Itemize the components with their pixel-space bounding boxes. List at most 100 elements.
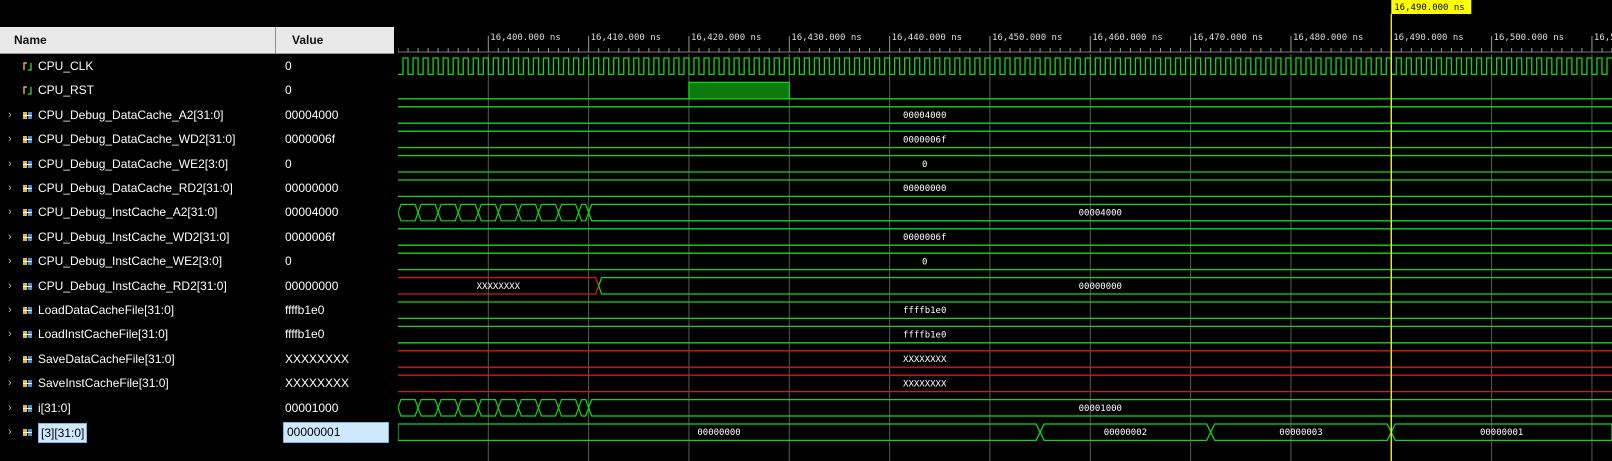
signal-value: 0 (285, 83, 292, 98)
signal-value-row[interactable]: ffffb1e0 (276, 322, 394, 347)
bus-transition (537, 203, 560, 222)
signal-value: 00000000 (285, 181, 339, 195)
bit-signal-icon (23, 62, 32, 71)
expand-chevron-icon[interactable]: › (8, 396, 18, 421)
bus-signal-icon (23, 307, 32, 314)
bus-transition (398, 203, 419, 222)
signal-value-row[interactable]: 0000006f (276, 225, 394, 250)
bus-signal-icon (23, 380, 32, 388)
signal-row[interactable]: › CPU_Debug_InstCache_RD2[31:0] (0, 274, 276, 299)
waveform-panel[interactable]: 16,400.000 ns 16,410.000 ns 16,420.000 ns 1… (398, 0, 1612, 461)
bus-segment-label: 00000003 (1279, 428, 1322, 438)
clock-waveform (398, 57, 1612, 76)
signal-value-row[interactable]: 00000000 (276, 274, 394, 299)
signal-value-panel: Value 0 0 00004000 0000006f 0 00000000 0000400… (276, 0, 394, 461)
signal-value-row[interactable]: 0 (276, 54, 394, 79)
expand-chevron-icon[interactable]: › (8, 420, 18, 445)
bus-segment-label: 00000002 (1104, 428, 1147, 438)
signal-name: LoadInstCacheFile[31:0] (38, 327, 169, 342)
signal-row[interactable]: › LoadDataCacheFile[31:0] (0, 298, 276, 323)
name-column-header[interactable]: Name (0, 27, 276, 54)
signal-row[interactable]: CPU_CLK (0, 54, 276, 79)
time-tick-label: 16,410.000 ns (591, 33, 661, 43)
expand-chevron-icon[interactable]: › (8, 347, 18, 372)
signal-row[interactable]: › CPU_Debug_DataCache_RD2[31:0] (0, 176, 276, 201)
bus-value-label: 0000006f (903, 135, 946, 145)
signal-row[interactable]: › [3][31:0] (0, 420, 276, 445)
bus-transition (437, 203, 459, 222)
bus-value-label: 0 (922, 160, 927, 170)
signal-row[interactable]: › CPU_Debug_InstCache_WE2[3:0] (0, 249, 276, 274)
bus-signal-icon (23, 209, 32, 217)
signal-row[interactable]: › CPU_Debug_DataCache_WD2[31:0] (0, 127, 276, 152)
signal-value: 0000006f (285, 132, 336, 147)
waveform-canvas[interactable]: 16,400.000 ns 16,410.000 ns 16,420.000 ns 1… (398, 0, 1612, 461)
signal-row[interactable]: › CPU_Debug_InstCache_A2[31:0] (0, 200, 276, 225)
signal-value: 00004000 (285, 205, 339, 220)
expand-chevron-icon[interactable]: › (8, 127, 18, 152)
signal-value-row[interactable]: 00000000 (276, 176, 394, 201)
expand-chevron-icon[interactable]: › (8, 274, 18, 299)
bus-transition (517, 203, 540, 222)
signal-row[interactable]: › CPU_Debug_DataCache_A2[31:0] (0, 103, 276, 128)
signal-value-row[interactable]: 00000001 (276, 420, 394, 445)
bus-transition (398, 399, 419, 417)
value-column-header[interactable]: Value (276, 27, 394, 54)
bus-value-label: 0 (922, 257, 927, 267)
signal-row[interactable]: CPU_RST (0, 78, 276, 103)
signal-row[interactable]: › LoadInstCacheFile[31:0] (0, 322, 276, 347)
signal-value-row[interactable]: ffffb1e0 (276, 298, 394, 323)
expand-chevron-icon[interactable]: › (8, 322, 18, 347)
expand-chevron-icon[interactable]: › (8, 249, 18, 274)
time-tick-label: 16,400.000 ns (490, 33, 560, 43)
expand-chevron-icon[interactable]: › (8, 225, 18, 250)
signal-value-row[interactable]: 00001000 (276, 396, 394, 421)
bus-transition (557, 203, 580, 222)
bus-signal-icon (23, 282, 32, 290)
bus-value-label: ffffb1e0 (903, 306, 946, 316)
signal-name: CPU_Debug_InstCache_RD2[31:0] (38, 278, 227, 293)
bus-signal-icon (23, 429, 32, 436)
signal-value-row[interactable]: 00004000 (276, 103, 394, 128)
bus-transition (577, 203, 590, 222)
bus-value-label: ffffb1e0 (903, 331, 946, 341)
signal-value-row[interactable]: XXXXXXXX (276, 371, 394, 396)
signal-name: [3][31:0] (38, 423, 88, 443)
signal-row[interactable]: › CPU_Debug_DataCache_WE2[3:0] (0, 152, 276, 177)
expand-chevron-icon[interactable]: › (8, 176, 18, 201)
bus-transition (557, 399, 580, 417)
signal-value-row[interactable]: 0 (276, 152, 394, 177)
bus-transition (457, 399, 479, 417)
bus-transition (437, 399, 459, 417)
signal-value-row[interactable]: 0 (276, 78, 394, 103)
bus-transition (577, 399, 590, 417)
signal-value: ffffb1e0 (285, 303, 325, 317)
bus-value-label: 00004000 (903, 111, 946, 121)
bus-signal-icon (23, 404, 32, 412)
signal-value-row[interactable]: 00004000 (276, 200, 394, 225)
time-tick-label: 16,450.000 ns (992, 33, 1062, 43)
time-tick-label: 16,500.000 ns (1494, 33, 1564, 43)
time-tick-label: 16,420.000 ns (691, 33, 761, 43)
expand-chevron-icon[interactable]: › (8, 298, 18, 323)
expand-chevron-icon[interactable]: › (8, 200, 18, 225)
signal-row[interactable]: › SaveInstCacheFile[31:0] (0, 371, 276, 396)
signal-name: CPU_CLK (38, 59, 94, 73)
signal-value-row[interactable]: 0000006f (276, 127, 394, 152)
bus-value-label: 00000000 (903, 184, 946, 194)
bus-segment-label: 00000000 (697, 428, 740, 438)
bus-transition (417, 399, 439, 417)
signal-row[interactable]: › CPU_Debug_InstCache_WD2[31:0] (0, 225, 276, 250)
signal-value-row[interactable]: 0 (276, 249, 394, 274)
bus-signal-icon (23, 111, 32, 119)
bus-transition (457, 203, 479, 222)
expand-chevron-icon[interactable]: › (8, 371, 18, 396)
signal-value: 0000006f (285, 229, 336, 244)
signal-row[interactable]: › i[31:0] (0, 396, 276, 421)
signal-name: CPU_Debug_DataCache_WE2[3:0] (38, 156, 229, 171)
expand-chevron-icon[interactable]: › (8, 103, 18, 128)
signal-row[interactable]: › SaveDataCacheFile[31:0] (0, 347, 276, 372)
signal-value-row[interactable]: XXXXXXXX (276, 347, 394, 372)
time-tick-label: 16,430.000 ns (791, 33, 861, 43)
expand-chevron-icon[interactable]: › (8, 152, 18, 177)
